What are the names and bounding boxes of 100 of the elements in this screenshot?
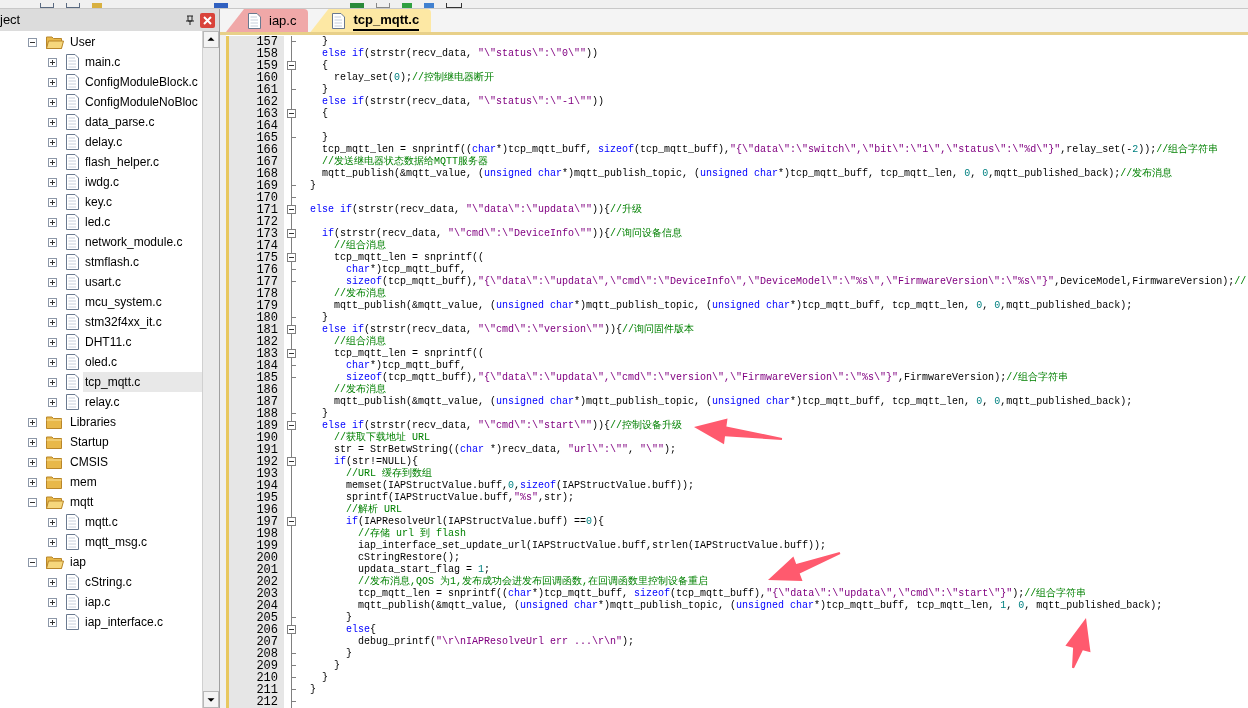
tree-item[interactable]: mem xyxy=(68,472,99,492)
fold-toggle-icon[interactable] xyxy=(287,349,296,358)
toolbar-icon[interactable] xyxy=(446,3,462,8)
expand-icon[interactable] xyxy=(48,177,57,187)
tree-item[interactable]: led.c xyxy=(83,212,113,232)
expand-icon[interactable] xyxy=(48,257,57,267)
file-icon xyxy=(248,12,261,29)
tree-item[interactable]: usart.c xyxy=(83,272,123,292)
tree-item[interactable]: cString.c xyxy=(83,572,134,592)
tree-item[interactable]: iap_interface.c xyxy=(83,612,166,632)
expand-icon[interactable] xyxy=(48,597,57,607)
vertical-scrollbar[interactable] xyxy=(202,31,219,708)
fold-toggle-icon[interactable] xyxy=(287,625,296,634)
file-icon xyxy=(332,12,346,29)
expand-icon[interactable] xyxy=(48,517,57,527)
scroll-up-icon[interactable] xyxy=(203,31,219,48)
tree-item[interactable]: stmflash.c xyxy=(83,252,141,272)
tree-item[interactable]: iap.c xyxy=(83,592,113,612)
tree-item[interactable]: mqtt_msg.c xyxy=(83,532,149,552)
tree-item[interactable]: network_module.c xyxy=(83,232,185,252)
expand-icon[interactable] xyxy=(48,277,57,287)
tree-item[interactable]: key.c xyxy=(83,192,115,212)
editor-tab[interactable]: tcp_mqtt.c xyxy=(310,9,432,32)
expand-icon[interactable] xyxy=(48,317,57,327)
collapse-icon[interactable] xyxy=(28,37,37,47)
fold-toggle-icon[interactable] xyxy=(287,325,296,334)
tree-item[interactable]: iwdg.c xyxy=(83,172,121,192)
line-number: 178 xyxy=(229,288,284,300)
fold-toggle-icon[interactable] xyxy=(287,457,296,466)
code-line: mqtt_publish(&mqtt_value, (unsigned char*)mqtt_publish_topic, (unsigned char*)tcp_mqtt_buff, tcp_mqtt_len, 0, 0,mqtt_published_back); xyxy=(333,300,1133,312)
scroll-down-icon[interactable] xyxy=(203,691,219,708)
expand-icon[interactable] xyxy=(48,57,57,67)
expand-icon[interactable] xyxy=(48,77,57,87)
editor-tab[interactable]: iap.c xyxy=(226,9,309,32)
expand-icon[interactable] xyxy=(48,577,57,587)
expand-icon[interactable] xyxy=(48,337,57,347)
tree-item[interactable]: Libraries xyxy=(68,412,119,432)
tree-item[interactable]: DHT11.c xyxy=(83,332,134,352)
file-icon xyxy=(66,134,79,150)
collapse-icon[interactable] xyxy=(28,557,37,567)
code-line: if(str!=NULL){ xyxy=(333,456,419,468)
tree-item[interactable]: data_parse.c xyxy=(83,112,157,132)
tree-item[interactable]: tcp_mqtt.c xyxy=(83,372,202,392)
expand-icon[interactable] xyxy=(48,197,57,207)
line-number: 189 xyxy=(229,420,284,432)
tree-item[interactable]: Startup xyxy=(68,432,111,452)
tree-item[interactable]: delay.c xyxy=(83,132,125,152)
tree-item[interactable]: mqtt.c xyxy=(83,512,120,532)
expand-icon[interactable] xyxy=(28,417,37,427)
expand-icon[interactable] xyxy=(48,237,57,247)
fold-toggle-icon[interactable] xyxy=(287,517,296,526)
code-line: //组合消息 xyxy=(333,240,386,252)
fold-toggle-icon[interactable] xyxy=(287,61,296,70)
line-number: 210 xyxy=(229,672,284,684)
code-line: } xyxy=(321,672,328,684)
expand-icon[interactable] xyxy=(48,297,57,307)
tree-item[interactable]: mcu_system.c xyxy=(83,292,164,312)
expand-icon[interactable] xyxy=(48,357,57,367)
line-number: 162 xyxy=(229,96,284,108)
pin-icon[interactable] xyxy=(186,15,194,25)
expand-icon[interactable] xyxy=(48,537,57,547)
code-line: //解析 URL xyxy=(345,504,402,516)
tree-item[interactable]: stm32f4xx_it.c xyxy=(83,312,164,332)
tree-item[interactable]: flash_helper.c xyxy=(83,152,162,172)
tree-item[interactable]: iap xyxy=(68,552,88,572)
line-number: 173 xyxy=(229,228,284,240)
expand-icon[interactable] xyxy=(48,217,57,227)
fold-toggle-icon[interactable] xyxy=(287,109,296,118)
expand-icon[interactable] xyxy=(48,157,57,167)
tree-item[interactable]: ConfigModuleBlock.c xyxy=(83,72,200,92)
line-number: 175 xyxy=(229,252,284,264)
expand-icon[interactable] xyxy=(48,117,57,127)
expand-icon[interactable] xyxy=(48,397,57,407)
tree-item[interactable]: ConfigModuleNoBloc xyxy=(83,92,200,112)
tree-item[interactable]: mqtt xyxy=(68,492,96,512)
line-number: 181 xyxy=(229,324,284,336)
tree-item[interactable]: CMSIS xyxy=(68,452,110,472)
expand-icon[interactable] xyxy=(28,457,37,467)
tree-item[interactable]: oled.c xyxy=(83,352,120,372)
expand-icon[interactable] xyxy=(48,377,57,387)
code-line: char*)tcp_mqtt_buff, xyxy=(345,360,467,372)
fold-toggle-icon[interactable] xyxy=(287,421,296,430)
code-line: sprintf(IAPStructValue.buff,"%s",str); xyxy=(345,492,575,504)
tree-item[interactable]: main.c xyxy=(83,52,123,72)
expand-icon[interactable] xyxy=(28,477,37,487)
toolbar-icon[interactable] xyxy=(66,3,80,8)
toolbar-icon[interactable] xyxy=(40,3,54,8)
code-line: sizeof(tcp_mqtt_buff),"{\"data\":\"updata\",\"cmd\":\"DeviceInfo\",\"DeviceModel\":\"%s\",\"FirmwareVersion\":\"%s\"}",DeviceModel,FirmwareVersion);// xyxy=(345,276,1247,288)
expand-icon[interactable] xyxy=(48,617,57,627)
expand-icon[interactable] xyxy=(48,97,57,107)
close-icon[interactable] xyxy=(200,12,215,28)
fold-toggle-icon[interactable] xyxy=(287,253,296,262)
tree-item[interactable]: User xyxy=(68,32,98,52)
collapse-icon[interactable] xyxy=(28,497,37,507)
fold-toggle-icon[interactable] xyxy=(287,205,296,214)
line-number: 204 xyxy=(229,600,284,612)
expand-icon[interactable] xyxy=(48,137,57,147)
tree-item[interactable]: relay.c xyxy=(83,392,122,412)
fold-toggle-icon[interactable] xyxy=(287,229,296,238)
expand-icon[interactable] xyxy=(28,437,37,447)
